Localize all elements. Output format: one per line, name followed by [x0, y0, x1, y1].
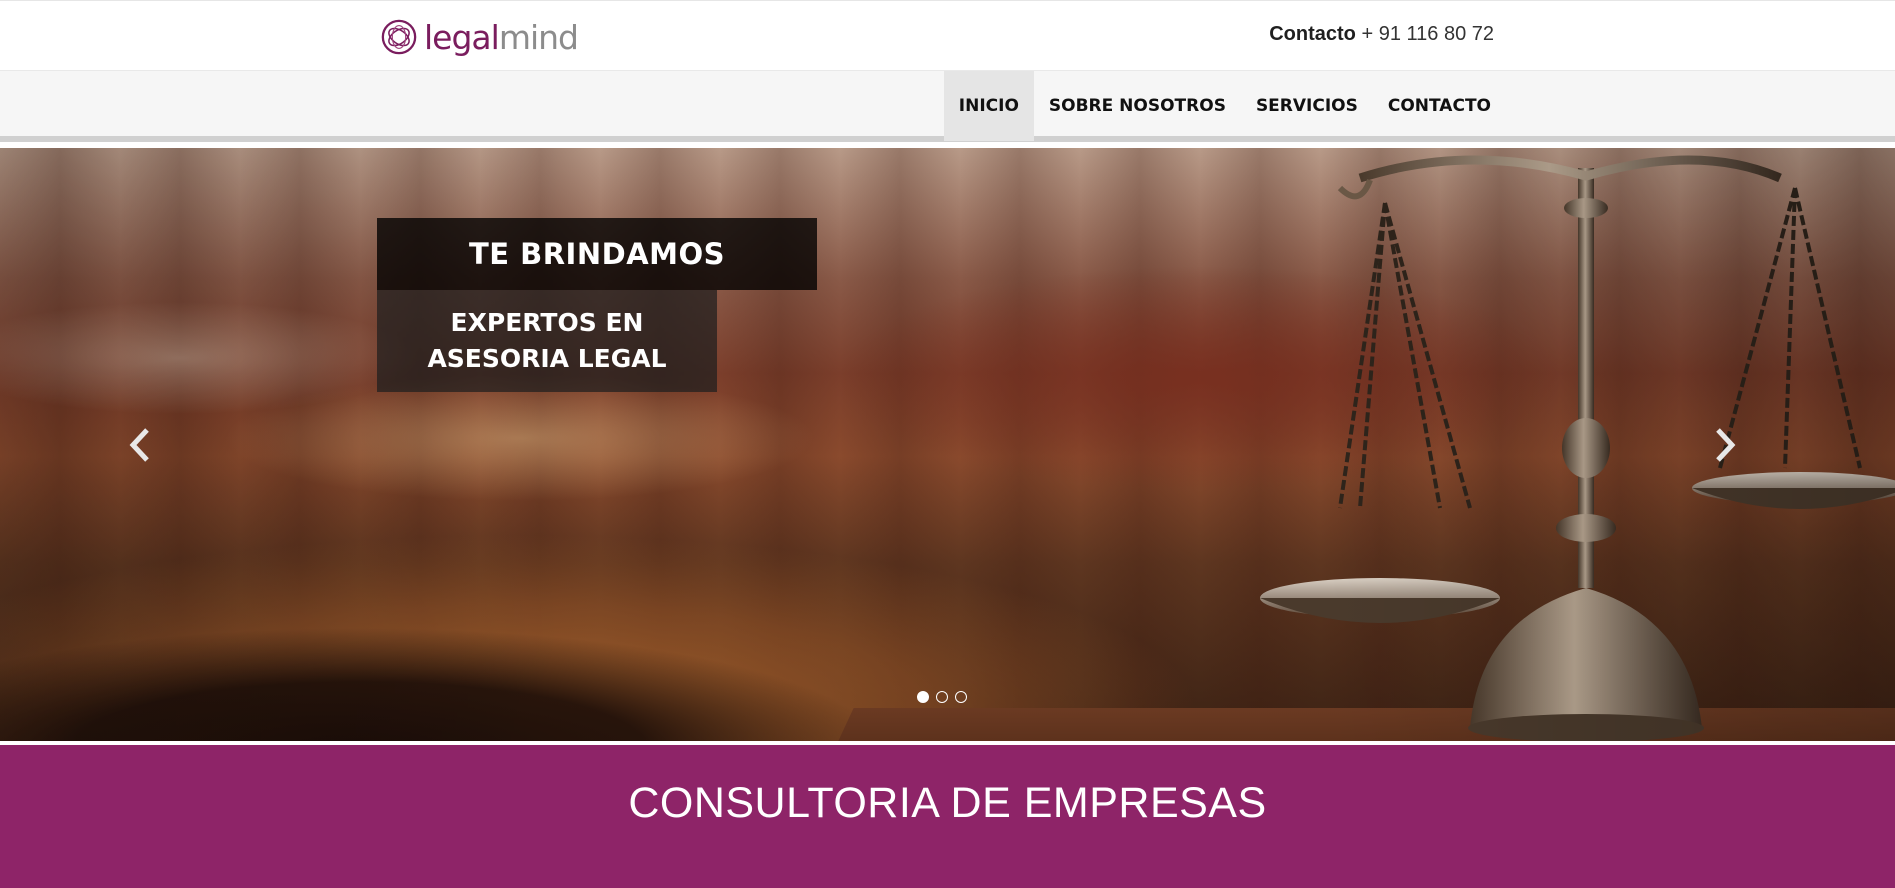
hero-caption: TE BRINDAMOS EXPERTOS EN ASESORIA LEGAL: [377, 218, 817, 392]
top-header: legalmind Contacto + 91 116 80 72: [0, 0, 1895, 70]
logo-icon: [381, 19, 417, 55]
carousel-dot-1[interactable]: [917, 691, 929, 703]
carousel-dot-3[interactable]: [955, 691, 967, 703]
main-menu: INICIO SOBRE NOSOTROS SERVICIOS CONTACTO: [943, 71, 1506, 141]
logo-text-legal: legal: [424, 17, 500, 57]
section-banner: CONSULTORIA DE EMPRESAS: [0, 745, 1895, 888]
nav-item-servicios[interactable]: SERVICIOS: [1241, 71, 1373, 141]
logo-text-mind: mind: [498, 17, 579, 57]
banner-title: CONSULTORIA DE EMPRESAS: [628, 779, 1267, 827]
contact-label: Contacto: [1269, 23, 1356, 45]
header-contact: Contacto + 91 116 80 72: [1269, 23, 1494, 46]
chevron-right-icon: [1716, 428, 1736, 462]
logo-text: legalmind: [424, 17, 579, 57]
contact-phone[interactable]: + 91 116 80 72: [1361, 23, 1494, 45]
hero-carousel: TE BRINDAMOS EXPERTOS EN ASESORIA LEGAL: [0, 148, 1895, 741]
carousel-prev-button[interactable]: [120, 420, 160, 470]
hero-caption-title: TE BRINDAMOS: [377, 218, 817, 290]
nav-item-contacto[interactable]: CONTACTO: [1373, 71, 1506, 141]
chevron-left-icon: [129, 428, 149, 462]
hero-caption-subtitle: EXPERTOS EN ASESORIA LEGAL: [377, 290, 717, 392]
hero-overlay: [0, 148, 1895, 741]
nav-item-inicio[interactable]: INICIO: [943, 71, 1034, 141]
carousel-indicators: [917, 691, 967, 703]
logo[interactable]: legalmind: [380, 16, 579, 58]
carousel-next-button[interactable]: [1705, 420, 1745, 470]
carousel-dot-2[interactable]: [936, 691, 948, 703]
main-navbar: INICIO SOBRE NOSOTROS SERVICIOS CONTACTO: [0, 70, 1895, 142]
nav-item-sobre-nosotros[interactable]: SOBRE NOSOTROS: [1034, 71, 1241, 141]
